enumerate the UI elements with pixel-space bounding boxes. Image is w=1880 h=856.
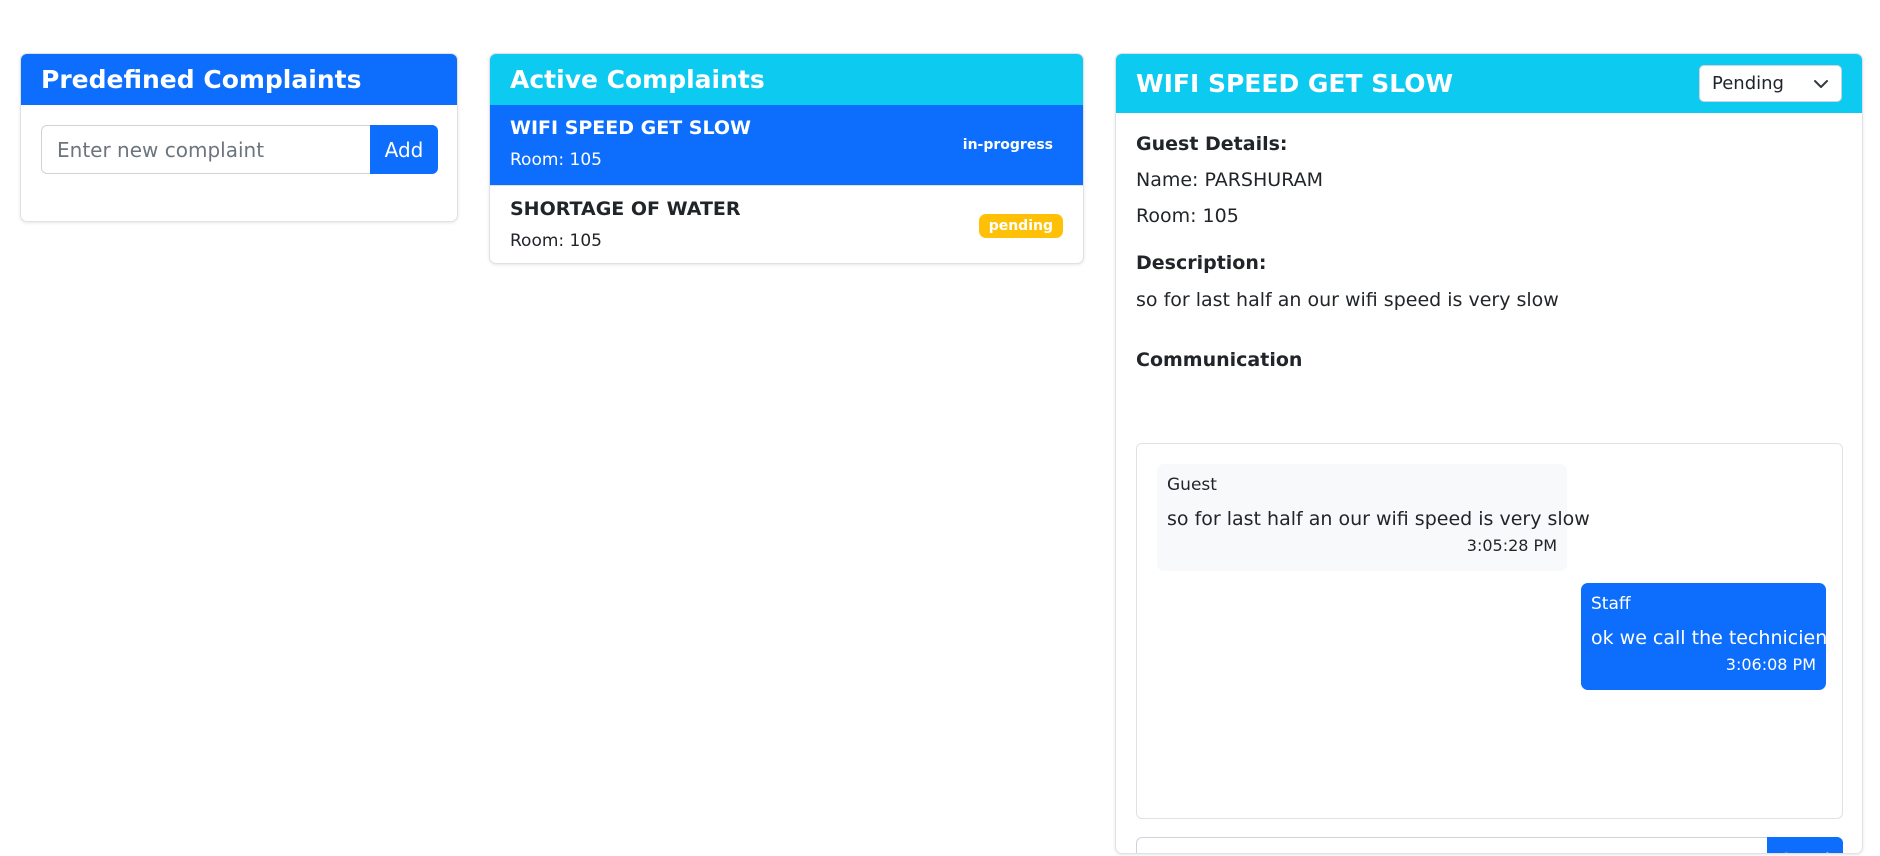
staff-message: Staff ok we call the technicient 3:06:08… [1581,583,1835,690]
guest-message: Guest so for last half an our wifi speed… [1157,464,1590,571]
send-message-group: Send [1136,837,1843,853]
status-select[interactable]: Pending [1699,65,1842,102]
new-complaint-input[interactable] [41,125,370,174]
predefined-complaints-title: Predefined Complaints [41,65,362,94]
guest-name: Name: PARSHURAM [1136,169,1324,191]
message-sender: Guest [1167,475,1217,495]
add-complaint-button[interactable]: Add [370,125,438,174]
message-input[interactable] [1136,837,1767,853]
communication-label: Communication [1136,349,1303,371]
complaint-list-item[interactable]: SHORTAGE OF WATER Room: 105 pending [490,185,1083,263]
chat-messages-box[interactable]: Guest so for last half an our wifi speed… [1136,443,1843,819]
status-badge: pending [978,214,1063,238]
complaint-detail-header: WIFI SPEED GET SLOW Pending [1116,54,1862,113]
guest-room: Room: 105 [1136,205,1239,227]
complaint-list-item[interactable]: WIFI SPEED GET SLOW Room: 105 in-progres… [490,105,1083,185]
chevron-down-icon [1814,79,1828,88]
complaint-detail-title: WIFI SPEED GET SLOW [1136,69,1454,98]
message-time: 3:05:28 PM [1466,536,1557,555]
send-button[interactable]: Send [1767,837,1843,853]
status-select-value: Pending [1712,73,1784,94]
guest-details-label: Guest Details: [1136,133,1288,155]
message-sender: Staff [1591,594,1631,614]
active-complaints-header: Active Complaints [490,54,1083,105]
status-badge: in-progress [952,133,1063,157]
message-text: ok we call the technicient [1591,627,1835,649]
complaint-detail-body: Guest Details: Name: PARSHURAM Room: 105… [1136,113,1843,853]
description-text: so for last half an our wifi speed is ve… [1136,289,1559,311]
active-complaints-card: Active Complaints WIFI SPEED GET SLOW Ro… [489,53,1084,264]
complaint-detail-card: WIFI SPEED GET SLOW Pending Guest Detail… [1115,53,1863,854]
add-complaint-group: Add [41,125,438,174]
predefined-complaints-card: Predefined Complaints Add [20,53,458,222]
message-text: so for last half an our wifi speed is ve… [1167,508,1590,530]
predefined-complaints-header: Predefined Complaints [21,54,457,105]
message-time: 3:06:08 PM [1725,655,1816,674]
description-label: Description: [1136,252,1267,274]
active-complaints-title: Active Complaints [510,65,765,94]
